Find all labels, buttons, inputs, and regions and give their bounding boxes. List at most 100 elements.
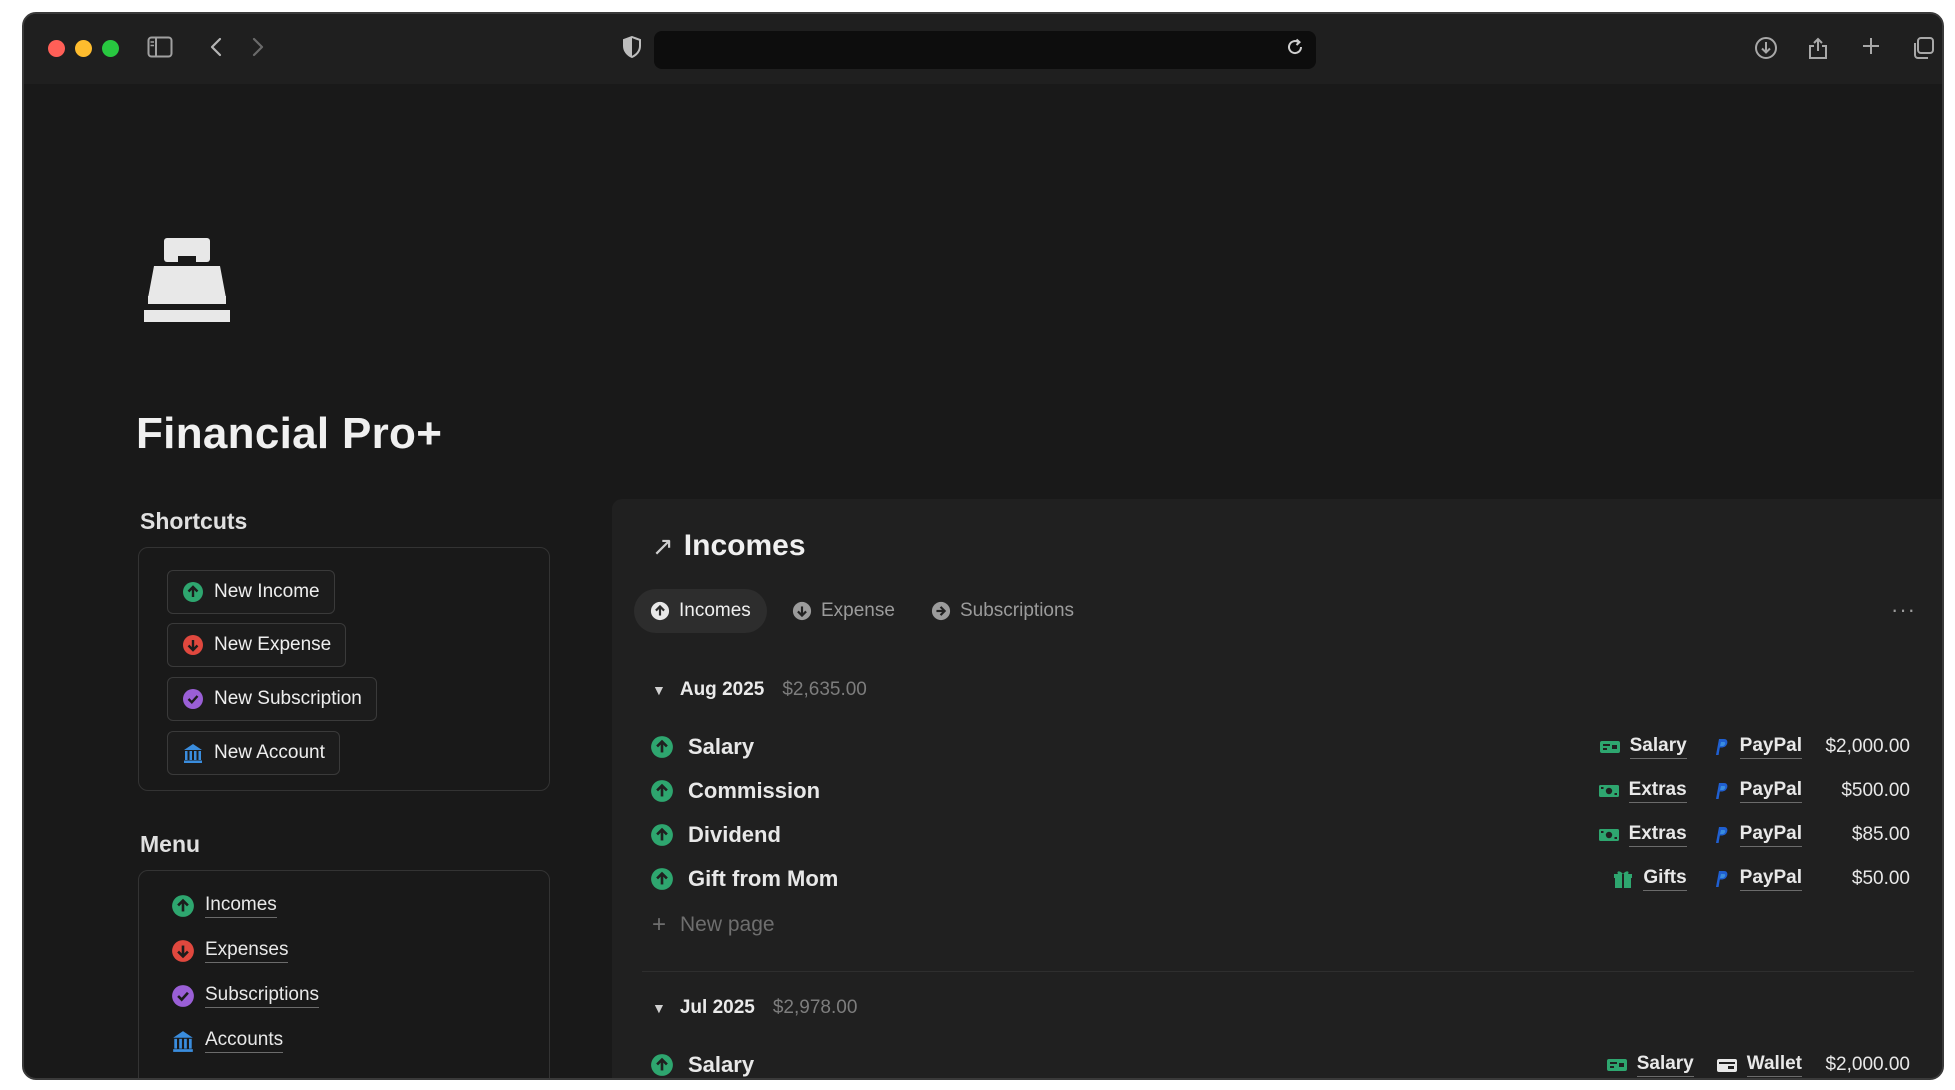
share-icon[interactable] xyxy=(1804,36,1832,62)
amount-value: $500.00 xyxy=(1841,780,1910,801)
database-title-text: Incomes xyxy=(683,529,806,562)
account-tag[interactable]: PayPal xyxy=(1709,735,1802,759)
new-subscription-label: New Subscription xyxy=(214,688,362,709)
new-income-button[interactable]: New Income xyxy=(167,570,335,614)
new-account-button[interactable]: New Account xyxy=(167,731,340,775)
group-header-jul-2025[interactable]: ▼ Jul 2025 $2,978.00 xyxy=(652,997,857,1019)
arrow-down-circle-icon xyxy=(792,601,812,621)
tab-expense[interactable]: Expense xyxy=(776,589,911,633)
new-income-label: New Income xyxy=(214,581,320,602)
arrow-up-circle-icon xyxy=(651,780,673,802)
close-window-button[interactable] xyxy=(48,40,65,57)
incomes-database: ↗ Incomes Incomes Expense Subscriptions … xyxy=(612,499,1942,1078)
forward-icon[interactable] xyxy=(244,36,272,62)
paypal-icon xyxy=(1715,871,1728,887)
group-total: $2,978.00 xyxy=(772,997,858,1018)
downloads-icon[interactable] xyxy=(1752,36,1780,62)
browser-window: Financial Pro+ Shortcuts New Income New … xyxy=(22,12,1944,1080)
menu-box: Incomes Expenses Subscriptions Accounts xyxy=(138,870,550,1078)
group-total: $2,635.00 xyxy=(782,679,867,700)
privacy-shield-icon[interactable] xyxy=(618,35,646,62)
new-subscription-button[interactable]: New Subscription xyxy=(167,677,377,721)
tab-label: Expense xyxy=(821,600,895,621)
tab-overview-icon[interactable] xyxy=(1909,36,1937,62)
arrow-up-circle-icon xyxy=(651,1054,673,1076)
amount-value: $50.00 xyxy=(1851,868,1910,889)
paypal-icon xyxy=(1715,827,1728,843)
database-title[interactable]: ↗ Incomes xyxy=(652,529,806,563)
arrow-up-circle-icon xyxy=(651,736,673,758)
table-row[interactable]: Gift from Mom Gifts PayPal $50.00 xyxy=(650,861,1910,897)
row-name: Salary xyxy=(688,1052,755,1077)
category-tag[interactable]: Extras xyxy=(1598,823,1687,847)
reload-icon[interactable] xyxy=(1284,38,1306,60)
category-tag[interactable]: Extras xyxy=(1598,779,1687,803)
table-row[interactable]: Dividend Extras PayPal $85.00 xyxy=(650,817,1910,853)
account-tag[interactable]: PayPal xyxy=(1709,823,1802,847)
menu-item-label: Incomes xyxy=(205,894,277,918)
tab-label: Subscriptions xyxy=(960,600,1075,621)
arrow-down-circle-icon xyxy=(172,940,194,962)
minimize-window-button[interactable] xyxy=(75,40,92,57)
menu-item-label: Subscriptions xyxy=(205,984,320,1008)
menu-item-expenses[interactable]: Expenses xyxy=(171,936,289,966)
category-tag[interactable]: Gifts xyxy=(1612,867,1687,891)
more-options-icon[interactable]: ··· xyxy=(1891,597,1916,623)
menu-item-incomes[interactable]: Incomes xyxy=(171,891,277,921)
group-name: Jul 2025 xyxy=(679,997,755,1018)
sidebar-toggle-icon[interactable] xyxy=(146,36,174,62)
group-divider xyxy=(642,971,1914,972)
category-tag[interactable]: Salary xyxy=(1606,1053,1694,1077)
arrow-down-circle-icon xyxy=(183,635,203,655)
collapse-caret-icon[interactable]: ▼ xyxy=(652,682,666,698)
salary-card-icon xyxy=(1599,741,1620,753)
new-page-button[interactable]: + New page xyxy=(652,911,775,939)
cash-icon xyxy=(1598,829,1619,841)
collapse-caret-icon[interactable]: ▼ xyxy=(652,1000,666,1016)
menu-heading: Menu xyxy=(140,831,201,857)
new-page-label: New page xyxy=(680,913,775,936)
check-circle-icon xyxy=(172,985,194,1007)
arrow-up-circle-icon xyxy=(183,582,203,602)
wallet-icon xyxy=(1716,1059,1737,1072)
row-name: Commission xyxy=(688,778,821,803)
new-tab-icon[interactable] xyxy=(1857,36,1885,62)
bank-icon xyxy=(173,1031,193,1052)
linked-arrow-icon: ↗ xyxy=(652,530,674,561)
arrow-right-circle-icon xyxy=(931,601,951,621)
tab-incomes[interactable]: Incomes xyxy=(634,589,767,633)
row-name: Gift from Mom xyxy=(688,866,839,891)
table-row[interactable]: Salary Salary PayPal $2,000.00 xyxy=(650,729,1910,765)
bank-icon xyxy=(184,744,202,763)
category-tag[interactable]: Salary xyxy=(1599,735,1687,759)
account-tag[interactable]: Wallet xyxy=(1716,1053,1802,1077)
paypal-icon xyxy=(1715,783,1728,799)
zoom-window-button[interactable] xyxy=(102,40,119,57)
shortcuts-heading: Shortcuts xyxy=(140,508,248,534)
address-bar[interactable] xyxy=(654,31,1316,69)
table-row[interactable]: Commission Extras PayPal $500.00 xyxy=(650,773,1910,809)
new-expense-button[interactable]: New Expense xyxy=(167,623,347,667)
group-header-aug-2025[interactable]: ▼ Aug 2025 $2,635.00 xyxy=(652,679,867,701)
cash-icon xyxy=(1598,785,1619,797)
amount-value: $2,000.00 xyxy=(1825,1054,1910,1075)
tab-label: Incomes xyxy=(679,600,751,621)
table-row[interactable]: Salary Salary Wallet $2,000.00 xyxy=(650,1047,1910,1078)
amount-value: $85.00 xyxy=(1851,824,1910,845)
arrow-up-circle-icon xyxy=(172,895,194,917)
menu-item-accounts[interactable]: Accounts xyxy=(171,1026,284,1056)
account-tag[interactable]: PayPal xyxy=(1709,779,1802,803)
cash-register-icon xyxy=(144,236,230,331)
browser-toolbar xyxy=(24,14,1942,84)
menu-item-subscriptions[interactable]: Subscriptions xyxy=(171,981,320,1011)
amount-value: $2,000.00 xyxy=(1825,736,1910,757)
account-tag[interactable]: PayPal xyxy=(1709,867,1802,891)
arrow-up-circle-icon xyxy=(650,601,670,621)
plus-icon: + xyxy=(652,911,667,938)
menu-item-label: Expenses xyxy=(205,939,289,963)
arrow-up-circle-icon xyxy=(651,824,673,846)
paypal-icon xyxy=(1715,739,1728,755)
tab-subscriptions[interactable]: Subscriptions xyxy=(915,589,1090,633)
group-name: Aug 2025 xyxy=(679,679,765,700)
back-icon[interactable] xyxy=(202,36,230,62)
